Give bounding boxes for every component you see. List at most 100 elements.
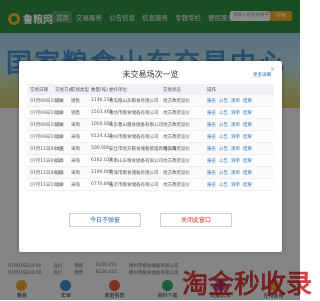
table-cell-mode: 竞价 <box>55 170 64 176</box>
row-actions: 报名 公告 清单 结果 <box>207 134 274 140</box>
row-actions: 报名 公告 清单 结果 <box>207 182 274 188</box>
table-cell-qty: 1503.461 <box>91 110 113 115</box>
table-cell-status: 地方政府竞价 <box>163 146 190 152</box>
row-action-link[interactable]: 结果 <box>243 134 252 140</box>
table-row: 07月09日10:00 竞价 销售 1146.210 青岛粮山东粮食有限公司 地方政府竞价… <box>27 95 274 107</box>
table-cell-type: 采购 <box>71 134 80 140</box>
table-cell-qty: 500.000 <box>91 146 110 151</box>
column-header: 委托单位 <box>109 87 127 93</box>
row-action-link[interactable]: 报名 <box>207 182 216 188</box>
table-cell-date: 07月11日09:45 <box>30 170 64 176</box>
row-actions: 报名 公告 清单 结果 <box>207 110 274 116</box>
table-cell-status: 地方政府竞价 <box>163 170 190 176</box>
table-cell-org: 潍坊市粮食储备有限公司 <box>109 110 159 116</box>
row-action-link[interactable]: 公告 <box>219 146 228 152</box>
close-icon[interactable]: × <box>270 66 275 73</box>
row-action-link[interactable]: 清单 <box>231 122 240 128</box>
row-action-link[interactable]: 清单 <box>231 158 240 164</box>
row-action-link[interactable]: 报名 <box>207 122 216 128</box>
table-row: 07月11日09:45 竞价 采购 1199.000 菏泽市粮食储备有限公司 地方政府竞价… <box>27 167 274 179</box>
row-action-link[interactable]: 公告 <box>219 98 228 104</box>
table-cell-mode: 竞价 <box>55 122 64 128</box>
row-action-link[interactable]: 清单 <box>231 134 240 140</box>
row-action-link[interactable]: 公告 <box>219 158 228 164</box>
table-cell-qty: 1199.000 <box>91 170 113 175</box>
row-action-link[interactable]: 结果 <box>243 182 252 188</box>
table-row: 07月09日10:00 竞价 采购 1000.000 山东鲁山粮食储备有限公司 地方政府竞… <box>27 119 274 131</box>
table-cell-type: 采购 <box>71 146 80 152</box>
table-cell-qty: 1000.000 <box>91 122 113 127</box>
table-cell-org: 安丘市地方粮食储备管理有限公司 <box>109 146 177 152</box>
row-action-link[interactable]: 清单 <box>231 170 240 176</box>
row-action-link[interactable]: 公告 <box>219 110 228 116</box>
table-cell-type: 采购 <box>71 158 80 164</box>
dont-show-today-button[interactable]: 今日不弹窗 <box>69 213 141 227</box>
row-action-link[interactable]: 公告 <box>219 182 228 188</box>
table-cell-date: 07月11日09:15 <box>30 158 64 164</box>
row-actions: 报名 公告 清单 结果 <box>207 158 274 164</box>
table-cell-type: 销售 <box>71 110 80 116</box>
table-cell-mode: 竞价 <box>55 134 64 140</box>
row-actions: 报名 公告 清单 结果 <box>207 170 274 176</box>
table-cell-org: 山东鲁山粮食储备有限公司 <box>109 122 163 128</box>
table-cell-status: 地方政府竞价 <box>163 182 190 188</box>
more-link[interactable]: 更多详细 <box>253 72 271 78</box>
row-action-link[interactable]: 报名 <box>207 134 216 140</box>
row-action-link[interactable]: 报名 <box>207 98 216 104</box>
row-action-link[interactable]: 清单 <box>231 98 240 104</box>
table-cell-qty: 6182.028 <box>91 158 113 163</box>
table-cell-date: 07月09日10:00 <box>30 134 64 140</box>
table-cell-status: 地方政府竞价 <box>163 110 190 116</box>
row-action-link[interactable]: 结果 <box>243 146 252 152</box>
row-action-link[interactable]: 结果 <box>243 170 252 176</box>
row-action-link[interactable]: 清单 <box>231 146 240 152</box>
table-cell-qty: 8124.422 <box>91 134 113 139</box>
table-row: 07月11日10:00 竞价 采购 6770.892 临沂市粮食储备有限公司 地方政府竞价… <box>27 179 274 191</box>
table-cell-mode: 竞价 <box>55 110 64 116</box>
sessions-table: 交易日期 交易方式 交易类型 数量(吨) 委托单位 交易状态 操作 07月09日… <box>27 84 274 191</box>
column-header: 数量(吨) <box>91 87 109 93</box>
table-row: 07月11日09:00 大豆 采购 500.000 安丘市地方粮食储备管理有限公司 地方政… <box>27 143 274 155</box>
table-row: 07月11日09:15 竞价 采购 6182.028 济南山东粮食储备有限公司 地方政府竞… <box>27 155 274 167</box>
column-header: 交易日期 <box>30 87 48 93</box>
table-cell-date: 07月09日10:00 <box>30 122 64 128</box>
column-header: 交易状态 <box>163 87 181 93</box>
close-window-button[interactable]: 关闭此窗口 <box>160 213 232 227</box>
modal-title: 未交易场次一览 <box>122 70 179 79</box>
row-action-link[interactable]: 清单 <box>231 110 240 116</box>
row-action-link[interactable]: 清单 <box>231 182 240 188</box>
row-action-link[interactable]: 公告 <box>219 170 228 176</box>
table-cell-org: 济南山东粮食储备有限公司 <box>109 158 163 164</box>
row-action-link[interactable]: 结果 <box>243 110 252 116</box>
table-cell-date: 07月09日10:00 <box>30 110 64 116</box>
table-cell-mode: 大豆 <box>55 146 64 152</box>
trade-sessions-modal: 未交易场次一览 更多详细 × 交易日期 交易方式 交易类型 数量(吨) 委托单位… <box>19 61 282 252</box>
row-action-link[interactable]: 报名 <box>207 110 216 116</box>
table-cell-qty: 1146.210 <box>91 98 113 103</box>
table-cell-date: 07月11日09:00 <box>30 146 64 152</box>
table-cell-type: 采购 <box>71 170 80 176</box>
row-action-link[interactable]: 报名 <box>207 146 216 152</box>
row-action-link[interactable]: 公告 <box>219 134 228 140</box>
table-cell-org: 菏泽市粮食储备有限公司 <box>109 170 159 176</box>
table-row: 07月09日10:00 竞价 销售 1503.461 潍坊市粮食储备有限公司 地方政府竞价… <box>27 107 274 119</box>
table-cell-org: 青岛粮山东粮食有限公司 <box>109 98 159 104</box>
table-cell-org: 德州市粮食储备有限公司 <box>109 134 159 140</box>
table-cell-status: 地方政府竞价 <box>163 158 190 164</box>
row-actions: 报名 公告 清单 结果 <box>207 98 274 104</box>
table-cell-status: 地方政府竞价 <box>163 122 190 128</box>
row-action-link[interactable]: 报名 <box>207 158 216 164</box>
table-cell-mode: 竞价 <box>55 182 64 188</box>
row-actions: 报名 公告 清单 结果 <box>207 122 274 128</box>
column-header: 交易类型 <box>71 87 89 93</box>
row-action-link[interactable]: 报名 <box>207 170 216 176</box>
table-cell-date: 07月09日10:00 <box>30 98 64 104</box>
row-action-link[interactable]: 公告 <box>219 122 228 128</box>
row-action-link[interactable]: 结果 <box>243 158 252 164</box>
table-cell-mode: 竞价 <box>55 98 64 104</box>
row-action-link[interactable]: 结果 <box>243 98 252 104</box>
table-cell-status: 地方政府竞价 <box>163 134 190 140</box>
table-header: 交易日期 交易方式 交易类型 数量(吨) 委托单位 交易状态 操作 <box>27 84 274 95</box>
table-cell-type: 采购 <box>71 182 80 188</box>
row-action-link[interactable]: 结果 <box>243 122 252 128</box>
